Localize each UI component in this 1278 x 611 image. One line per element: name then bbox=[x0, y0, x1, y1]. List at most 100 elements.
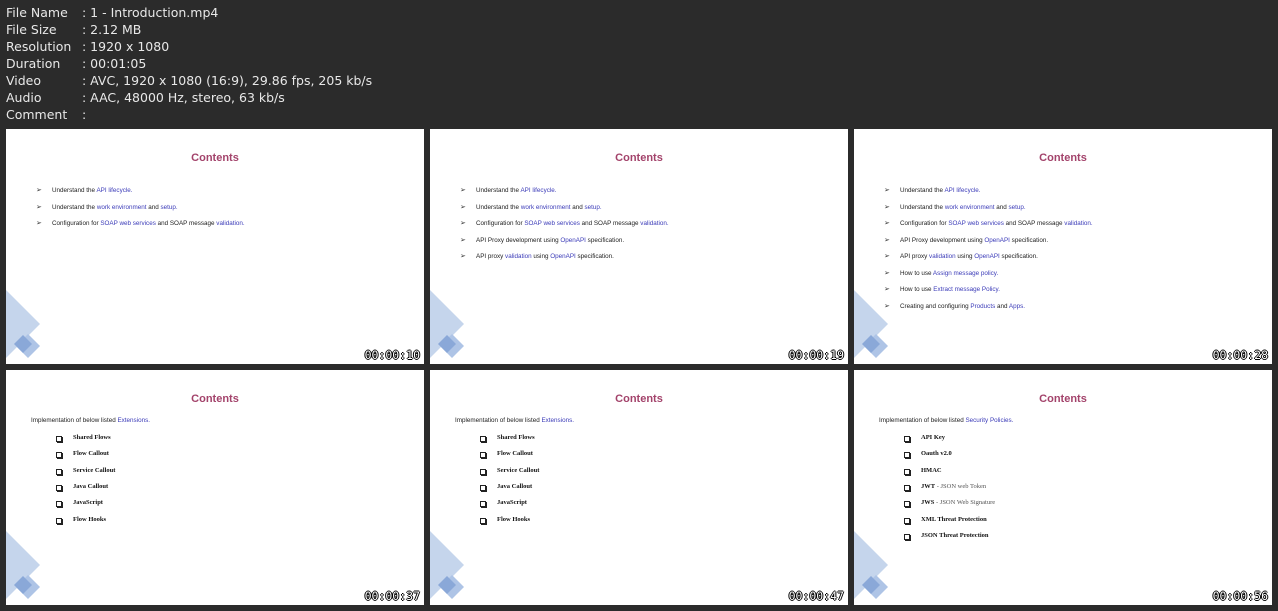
timestamp: 00:00:19 bbox=[788, 348, 844, 362]
slide-title: Contents bbox=[1039, 393, 1087, 405]
text: Understand the bbox=[900, 203, 945, 211]
text: specification. bbox=[575, 253, 614, 260]
video-thumbnail[interactable]: Contents ➢ Understand the API lifecycle. ➢ U… bbox=[430, 129, 848, 364]
meta-value: : bbox=[82, 107, 87, 122]
timestamp: 00:00:28 bbox=[1212, 348, 1268, 362]
bullet-item: Understand the work environment and setu… bbox=[476, 204, 602, 211]
meta-key: Comment bbox=[6, 107, 68, 122]
list-item: JWT - JSON web Token bbox=[921, 483, 986, 490]
list-item: JSON Threat Protection bbox=[921, 532, 989, 539]
highlighted-text: OpenAPI bbox=[560, 236, 586, 244]
arrow-bullet-icon: ➢ bbox=[884, 268, 890, 277]
list-item: JavaScript bbox=[497, 499, 527, 506]
video-thumbnail[interactable]: Contents Implementation of below listed E… bbox=[430, 370, 848, 605]
list-item-label: Flow Callout bbox=[73, 450, 109, 458]
list-item-label: Flow Callout bbox=[497, 450, 533, 458]
highlighted-text: setup. bbox=[160, 203, 178, 211]
list-item: Flow Hooks bbox=[73, 516, 106, 523]
meta-key: Audio bbox=[6, 90, 42, 105]
highlighted-text: OpenAPI bbox=[974, 253, 1000, 260]
bullet-item: Understand the API lifecycle. bbox=[900, 187, 981, 194]
highlighted-text: API lifecycle. bbox=[96, 187, 133, 194]
checkbox-bullet-icon bbox=[56, 436, 62, 442]
checkbox-bullet-icon bbox=[904, 452, 910, 459]
text: specification. bbox=[1009, 236, 1049, 244]
highlighted-text: setup. bbox=[584, 203, 602, 211]
video-thumbnail[interactable]: Contents ➢ Understand the API lifecycle. ➢ U… bbox=[6, 129, 424, 364]
highlighted-text: Assign message policy. bbox=[932, 269, 999, 277]
bullet-item: Understand the API lifecycle. bbox=[476, 187, 557, 194]
intro-text: Implementation of below listed Extension… bbox=[31, 417, 150, 424]
highlighted-text: work environment bbox=[520, 203, 571, 211]
bullet-item: Creating and configuring Products and Ap… bbox=[900, 303, 1025, 310]
checkbox-bullet-icon bbox=[56, 517, 62, 524]
bullet-item: How to use Assign message policy. bbox=[900, 270, 998, 277]
text: and bbox=[570, 203, 585, 211]
meta-value: : 2.12 MB bbox=[82, 22, 142, 37]
file-info-panel: File Name: 1 - Introduction.mp4 File Size… bbox=[6, 4, 372, 123]
text: and bbox=[994, 203, 1009, 211]
highlighted-text: setup. bbox=[1008, 203, 1026, 211]
list-item-label: Shared Flows bbox=[497, 434, 535, 441]
list-item-label: HMAC bbox=[921, 466, 942, 474]
bullet-item: Configuration for SOAP web services and … bbox=[900, 220, 1093, 227]
slide-title: Contents bbox=[615, 152, 663, 164]
arrow-bullet-icon: ➢ bbox=[36, 202, 42, 211]
list-item-label: API Key bbox=[921, 434, 946, 441]
decorative-diamonds-icon bbox=[6, 290, 40, 358]
text: Implementation of below listed bbox=[879, 417, 966, 424]
list-item: HMAC bbox=[921, 467, 942, 474]
highlighted-text: validation bbox=[929, 253, 956, 260]
video-thumbnail[interactable]: Contents ➢ Understand the API lifecycle. ➢ U… bbox=[854, 129, 1272, 364]
highlighted-text: validation. bbox=[216, 220, 245, 227]
text: specification. bbox=[585, 236, 625, 244]
arrow-bullet-icon: ➢ bbox=[460, 202, 466, 211]
list-item-label: JSON Threat Protection bbox=[921, 531, 989, 539]
meta-row: Video: AVC, 1920 x 1080 (16:9), 29.86 fp… bbox=[6, 72, 372, 89]
arrow-bullet-icon: ➢ bbox=[460, 252, 466, 260]
slide-title: Contents bbox=[191, 152, 239, 164]
decorative-diamonds-icon bbox=[854, 531, 888, 599]
timestamp: 00:00:56 bbox=[1212, 589, 1268, 603]
text: Configuration for bbox=[52, 220, 101, 227]
checkbox-bullet-icon bbox=[56, 468, 62, 475]
arrow-bullet-icon: ➢ bbox=[460, 186, 466, 194]
text: Implementation of below listed bbox=[455, 417, 542, 424]
video-thumbnail[interactable]: Contents Implementation of below listed S… bbox=[854, 370, 1272, 605]
slide-title: Contents bbox=[191, 393, 239, 405]
text: Understand the bbox=[52, 187, 97, 194]
list-item: Oauth v2.0 bbox=[921, 450, 952, 457]
text: Configuration for bbox=[476, 220, 525, 227]
checkbox-bullet-icon bbox=[480, 501, 486, 508]
decorative-diamonds-icon bbox=[430, 531, 464, 599]
meta-key: File Name bbox=[6, 5, 68, 20]
checkbox-bullet-icon bbox=[904, 501, 910, 508]
arrow-bullet-icon: ➢ bbox=[36, 186, 42, 194]
highlighted-text: Extensions. bbox=[541, 417, 575, 424]
arrow-bullet-icon: ➢ bbox=[36, 219, 42, 227]
meta-row: Audio: AAC, 48000 Hz, stereo, 63 kb/s bbox=[6, 89, 372, 106]
arrow-bullet-icon: ➢ bbox=[884, 252, 890, 260]
text: Understand the bbox=[52, 203, 97, 211]
text: Configuration for bbox=[900, 220, 949, 227]
checkbox-bullet-icon bbox=[56, 452, 62, 459]
highlighted-text: Products bbox=[970, 302, 996, 310]
text: API Proxy development using bbox=[476, 236, 561, 244]
list-item-label: JavaScript bbox=[73, 499, 103, 507]
text: and SOAP message bbox=[155, 220, 217, 227]
video-thumbnail[interactable]: Contents Implementation of below listed E… bbox=[6, 370, 424, 605]
meta-key: File Size bbox=[6, 22, 57, 37]
list-item-description: - JSON web Token bbox=[935, 482, 987, 490]
list-item-description: - JSON Web Signature bbox=[934, 499, 996, 507]
bullet-item: API Proxy development using OpenAPI spec… bbox=[900, 237, 1048, 244]
list-item: Flow Callout bbox=[497, 450, 533, 457]
meta-key: Duration bbox=[6, 56, 61, 71]
highlighted-text: SOAP web services bbox=[100, 220, 156, 227]
list-item-label: Java Callout bbox=[497, 482, 533, 490]
list-item: Service Callout bbox=[73, 467, 115, 474]
highlighted-text: validation. bbox=[640, 220, 669, 227]
timestamp: 00:00:37 bbox=[364, 589, 420, 603]
highlighted-text: API lifecycle. bbox=[520, 187, 557, 194]
list-item-label: JavaScript bbox=[497, 499, 527, 507]
bullet-item: Understand the work environment and setu… bbox=[52, 204, 178, 211]
